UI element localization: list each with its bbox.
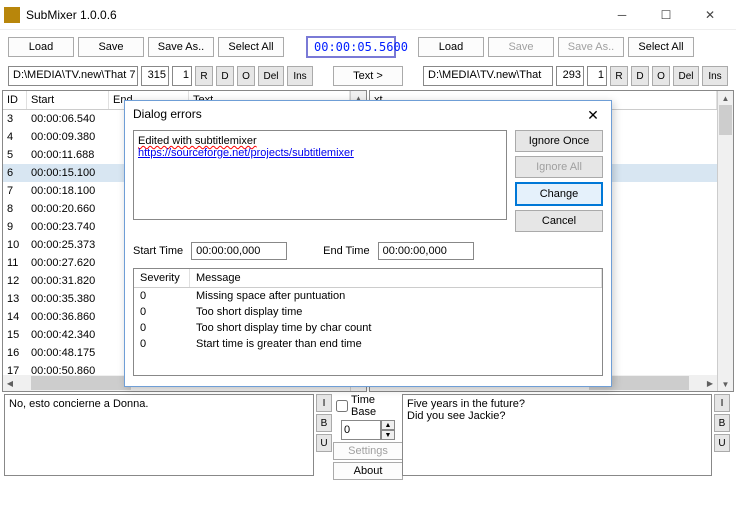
timebase-check[interactable]: [336, 400, 348, 412]
left-saveas-button[interactable]: Save As..: [148, 37, 214, 57]
right-ins-button[interactable]: Ins: [702, 66, 728, 86]
titlebar: SubMixer 1.0.0.6 ─ ☐ ✕: [0, 0, 736, 30]
ignore-once-button[interactable]: Ignore Once: [515, 130, 603, 152]
minimize-button[interactable]: ─: [600, 1, 644, 29]
ignore-all-button[interactable]: Ignore All: [515, 156, 603, 178]
left-selectall-button[interactable]: Select All: [218, 37, 284, 57]
right-save-button[interactable]: Save: [488, 37, 554, 57]
italic-button[interactable]: I: [714, 394, 730, 412]
right-vscroll[interactable]: ▲ ▼: [717, 91, 733, 391]
text-direction-button[interactable]: Text >: [333, 66, 403, 86]
path-toolbar: D:\MEDIA\TV.new\That 7 315 1 R D O Del I…: [0, 64, 736, 90]
dialog-errors: Dialog errors ✕ Edited with subtitlemixe…: [124, 100, 612, 387]
right-num1[interactable]: 293: [556, 66, 584, 86]
right-format-buttons: I B U: [714, 394, 732, 476]
bold-button[interactable]: B: [316, 414, 332, 432]
maximize-button[interactable]: ☐: [644, 1, 688, 29]
spin-down-icon[interactable]: ▼: [381, 430, 395, 440]
spinner-input[interactable]: [341, 420, 381, 440]
bottom-editors: No, esto concierne a Donna. I B U Time B…: [0, 392, 736, 478]
severity-header[interactable]: Severity: [134, 269, 190, 287]
vscroll-thumb[interactable]: [719, 105, 732, 135]
left-format-buttons: I B U: [316, 394, 334, 476]
right-arrow-icon[interactable]: ▶: [703, 379, 717, 388]
time-position[interactable]: 00:00:05.5600: [306, 36, 396, 58]
right-saveas-button[interactable]: Save As..: [558, 37, 624, 57]
left-num1[interactable]: 315: [141, 66, 169, 86]
change-button[interactable]: Change: [515, 182, 603, 206]
dialog-title: Dialog errors: [133, 107, 583, 124]
right-num2[interactable]: 1: [587, 66, 607, 86]
close-button[interactable]: ✕: [688, 1, 732, 29]
right-r-button[interactable]: R: [610, 66, 628, 86]
right-o-button[interactable]: O: [652, 66, 670, 86]
about-button[interactable]: About: [333, 462, 403, 480]
cancel-button[interactable]: Cancel: [515, 210, 603, 232]
right-path[interactable]: D:\MEDIA\TV.new\That: [423, 66, 553, 86]
up-arrow-icon[interactable]: ▲: [718, 91, 733, 105]
left-o-button[interactable]: O: [237, 66, 255, 86]
left-path[interactable]: D:\MEDIA\TV.new\That 7: [8, 66, 138, 86]
settings-button[interactable]: Settings: [333, 442, 403, 460]
left-save-button[interactable]: Save: [78, 37, 144, 57]
hscroll-thumb[interactable]: [31, 376, 131, 390]
spin-up-icon[interactable]: ▲: [381, 420, 395, 430]
dialog-content[interactable]: Edited with subtitlemixer https://source…: [133, 130, 507, 220]
dialog-titlebar: Dialog errors ✕: [125, 101, 611, 130]
dialog-text-line1: Edited with subtitlemixer: [138, 135, 257, 147]
left-num2[interactable]: 1: [172, 66, 192, 86]
end-time-label: End Time: [323, 245, 369, 257]
window-title: SubMixer 1.0.0.6: [26, 8, 600, 22]
error-row[interactable]: 0Missing space after puntuation: [134, 288, 602, 304]
error-row[interactable]: 0Too short display time: [134, 304, 602, 320]
error-row[interactable]: 0Too short display time by char count: [134, 320, 602, 336]
center-controls: Time Base ▲ ▼ Settings About: [336, 394, 400, 476]
right-selectall-button[interactable]: Select All: [628, 37, 694, 57]
bold-button[interactable]: B: [714, 414, 730, 432]
right-load-button[interactable]: Load: [418, 37, 484, 57]
message-header[interactable]: Message: [190, 269, 602, 287]
start-time-label: Start Time: [133, 245, 183, 257]
italic-button[interactable]: I: [316, 394, 332, 412]
right-del-button[interactable]: Del: [673, 66, 699, 86]
left-r-button[interactable]: R: [195, 66, 213, 86]
dialog-link[interactable]: https://sourceforge.net/projects/subtitl…: [138, 147, 354, 159]
down-arrow-icon[interactable]: ▼: [718, 377, 733, 391]
error-list[interactable]: Severity Message 0Missing space after pu…: [133, 268, 603, 376]
dialog-close-icon[interactable]: ✕: [583, 107, 603, 124]
timebase-checkbox[interactable]: Time Base: [336, 394, 400, 418]
col-start[interactable]: Start: [27, 91, 109, 109]
end-time-input[interactable]: [378, 242, 474, 260]
right-edit-text[interactable]: Five years in the future? Did you see Ja…: [402, 394, 712, 476]
col-id[interactable]: ID: [3, 91, 27, 109]
app-icon: [4, 7, 20, 23]
left-load-button[interactable]: Load: [8, 37, 74, 57]
underline-button[interactable]: U: [714, 434, 730, 452]
left-edit-text[interactable]: No, esto concierne a Donna.: [4, 394, 314, 476]
right-d-button[interactable]: D: [631, 66, 649, 86]
left-d-button[interactable]: D: [216, 66, 234, 86]
left-arrow-icon[interactable]: ◀: [3, 379, 17, 388]
error-row[interactable]: 0Start time is greater than end time: [134, 336, 602, 352]
left-del-button[interactable]: Del: [258, 66, 284, 86]
underline-button[interactable]: U: [316, 434, 332, 452]
start-time-input[interactable]: [191, 242, 287, 260]
left-ins-button[interactable]: Ins: [287, 66, 313, 86]
main-toolbar: Load Save Save As.. Select All 00:00:05.…: [0, 30, 736, 64]
